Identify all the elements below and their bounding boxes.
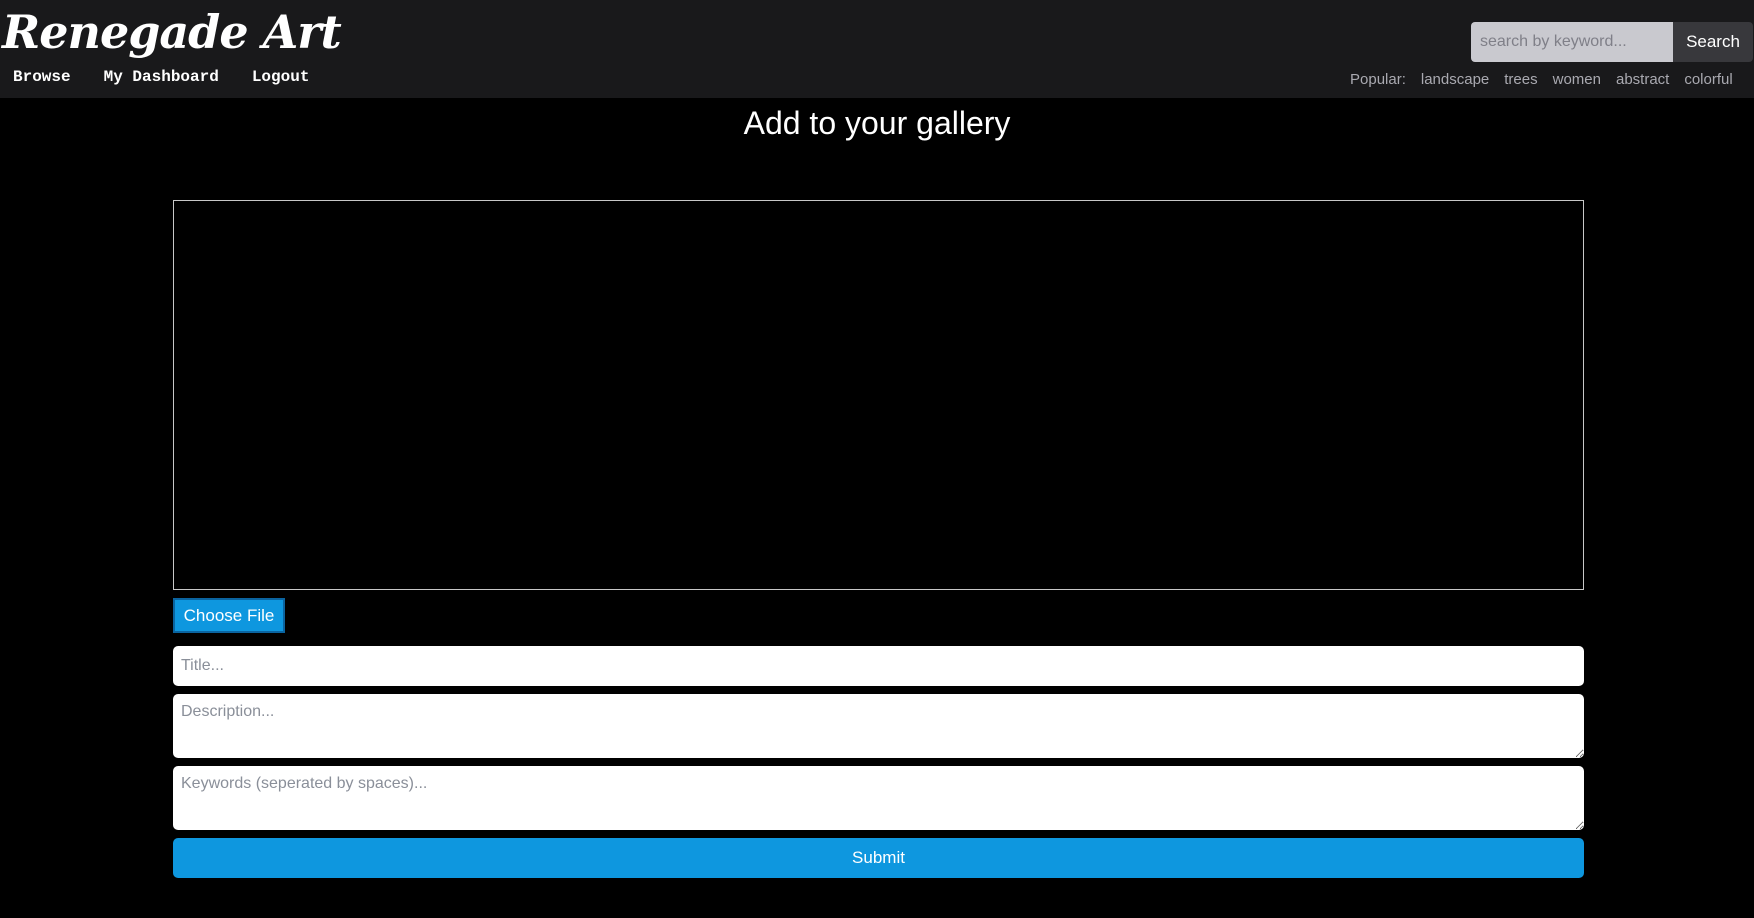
popular-tag[interactable]: landscape <box>1421 71 1489 89</box>
page-title: Add to your gallery <box>743 105 1011 141</box>
popular-tag[interactable]: women <box>1553 71 1601 89</box>
keywords-input[interactable] <box>173 766 1584 830</box>
description-input[interactable] <box>173 694 1584 758</box>
popular-label: Popular: <box>1350 71 1406 88</box>
page: Renegade Art Browse My Dashboard Logout … <box>0 0 1754 918</box>
site-logo[interactable]: Renegade Art <box>2 2 342 62</box>
site-header: Renegade Art Browse My Dashboard Logout … <box>0 0 1754 98</box>
nav-logout-link[interactable]: Logout <box>252 67 310 87</box>
search-bar: Search <box>1471 22 1753 62</box>
popular-tags: Popular: landscape trees women abstract … <box>1350 71 1733 89</box>
popular-tag[interactable]: colorful <box>1684 71 1732 89</box>
popular-tag[interactable]: abstract <box>1616 71 1669 89</box>
choose-file-button[interactable]: Choose File <box>173 598 285 633</box>
nav-browse-link[interactable]: Browse <box>13 67 71 87</box>
nav-dashboard-link[interactable]: My Dashboard <box>104 67 219 87</box>
title-input[interactable] <box>173 646 1584 686</box>
main-nav: Browse My Dashboard Logout <box>13 67 309 87</box>
search-input[interactable] <box>1471 22 1673 62</box>
image-preview <box>173 200 1584 590</box>
search-button[interactable]: Search <box>1673 22 1753 62</box>
submit-button[interactable]: Submit <box>173 838 1584 878</box>
popular-tag[interactable]: trees <box>1504 71 1537 89</box>
